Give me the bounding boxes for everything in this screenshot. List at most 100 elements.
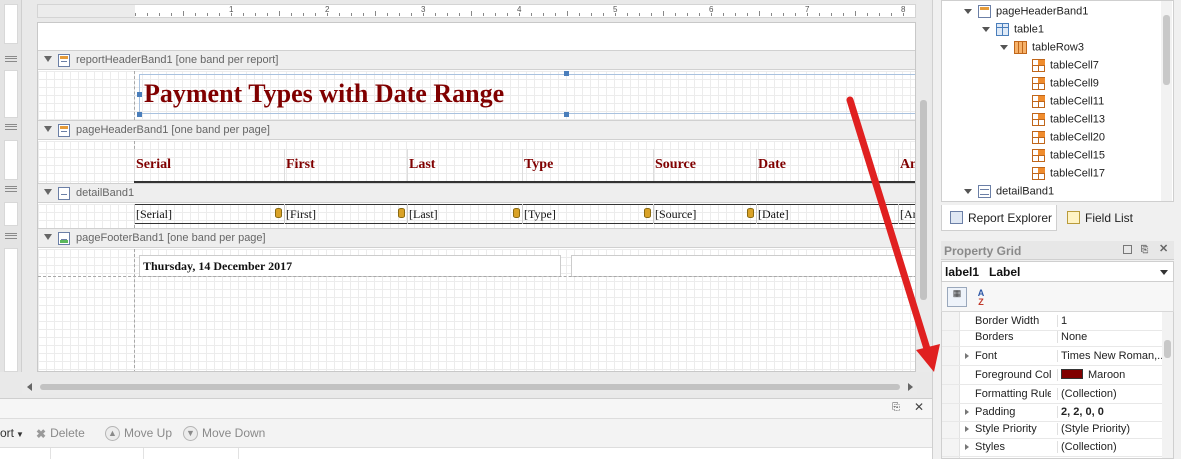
expand-arrow-icon[interactable] (965, 444, 969, 450)
designer-vertical-scrollbar[interactable] (917, 0, 930, 372)
header-cell-serial[interactable]: Serial (134, 149, 284, 183)
report-header-band[interactable]: Payment Types with Date Range (38, 71, 915, 120)
detail-cell-serial[interactable]: [Serial] (134, 204, 284, 224)
property-row-style-priority[interactable]: Style Priority (Style Priority) (942, 420, 1163, 439)
tree-node-table1[interactable]: table1 (982, 23, 1044, 41)
tree-node-detailband1[interactable]: detailBand1 (964, 185, 1054, 201)
page-header-band-caption[interactable]: pageHeaderBand1 [one band per page] (38, 120, 915, 140)
detail-cell-last[interactable]: [Last] (407, 204, 522, 224)
property-grid-object-selector[interactable]: label1 Label (941, 261, 1174, 282)
property-value[interactable]: 2, 2, 0, 0 (1057, 406, 1163, 418)
expand-arrow-icon[interactable] (964, 189, 972, 194)
selection-handle[interactable] (137, 92, 142, 97)
chevron-down-icon[interactable] (1160, 270, 1168, 275)
header-cell-date[interactable]: Date (756, 149, 898, 183)
scrollbar-thumb[interactable] (1163, 15, 1170, 85)
collapse-triangle-icon[interactable] (44, 234, 52, 240)
tree-node-tablecell20[interactable]: tableCell20 (1032, 131, 1105, 149)
tree-node-tablecell17[interactable]: tableCell17 (1032, 167, 1105, 185)
tree-node-pageheaderband1[interactable]: pageHeaderBand1 (964, 5, 1088, 23)
selection-handle[interactable] (564, 71, 569, 76)
tree-node-tablecell9[interactable]: tableCell9 (1032, 77, 1099, 95)
detail-band-caption[interactable]: detailBand1 (38, 183, 915, 203)
collapse-triangle-icon[interactable] (44, 56, 52, 62)
expand-arrow-icon[interactable] (964, 9, 972, 14)
tree-node-tablecell15[interactable]: tableCell15 (1032, 149, 1105, 167)
tree-vertical-scrollbar[interactable] (1161, 1, 1172, 201)
expand-arrow-icon[interactable] (965, 353, 969, 359)
tree-node-tablecell11[interactable]: tableCell11 (1032, 95, 1104, 113)
expand-arrow-icon[interactable] (965, 426, 969, 432)
delete-button[interactable]: ✖ Delete (36, 426, 85, 441)
sort-dropdown-button[interactable]: ort ▼ (0, 426, 24, 440)
detail-cell-source[interactable]: [Source] (653, 204, 756, 224)
detail-cell-first[interactable]: [First] (284, 204, 407, 224)
detail-band[interactable]: [Serial] [First] [Last] [Type] [Source] … (38, 204, 915, 228)
page-footer-band-caption[interactable]: pageFooterBand1 [one band per page] (38, 228, 915, 248)
header-cell-type[interactable]: Type (522, 149, 653, 183)
alphabetical-sort-icon[interactable]: AZ (971, 287, 991, 307)
footer-date-label[interactable]: Thursday, 14 December 2017 (139, 255, 561, 277)
detail-cell-amount[interactable]: [Am (898, 204, 915, 224)
header-cell-source[interactable]: Source (653, 149, 756, 183)
designer-horizontal-scrollbar[interactable] (22, 380, 917, 394)
categorized-view-icon[interactable]: ▦ (947, 287, 967, 307)
pin-icon[interactable]: ⎘ (892, 402, 900, 413)
band-resize-grip[interactable] (5, 186, 17, 192)
band-resize-grip[interactable] (5, 233, 17, 239)
scrollbar-thumb[interactable] (920, 100, 927, 300)
detail-cell-type[interactable]: [Type] (522, 204, 653, 224)
band-resize-grip[interactable] (5, 56, 17, 62)
close-icon[interactable]: ✕ (1159, 244, 1168, 255)
report-explorer-tree[interactable]: pageHeaderBand1 table1 tableRow3 tableCe… (941, 0, 1174, 202)
expand-arrow-icon[interactable] (982, 27, 990, 32)
property-value[interactable]: Times New Roman,... (1057, 350, 1163, 362)
property-row-font[interactable]: Font Times New Roman,... (942, 347, 1163, 366)
page-footer-band[interactable]: Thursday, 14 December 2017 (38, 249, 915, 371)
pin-icon[interactable]: ⎘ (1141, 245, 1150, 254)
tab-report-explorer[interactable]: Report Explorer (941, 205, 1057, 231)
selection-handle[interactable] (137, 112, 142, 117)
move-down-button[interactable]: ▼ Move Down (183, 426, 265, 442)
property-row-foreground-color[interactable]: Foreground Colo Maroon (942, 366, 1163, 385)
scrollbar-thumb[interactable] (1164, 340, 1171, 358)
footer-page-info-label[interactable] (571, 255, 915, 277)
tree-node-tablecell13[interactable]: tableCell13 (1032, 113, 1105, 131)
scroll-left-arrow-icon[interactable] (27, 383, 32, 391)
scrollbar-thumb[interactable] (40, 384, 900, 390)
scroll-right-arrow-icon[interactable] (908, 383, 913, 391)
expand-arrow-icon[interactable] (965, 409, 969, 415)
maximize-icon[interactable] (1123, 245, 1132, 254)
property-row-borders[interactable]: Borders None (942, 328, 1163, 347)
report-title-label[interactable]: Payment Types with Date Range (139, 74, 915, 114)
tab-field-list[interactable]: Field List (1059, 205, 1159, 231)
report-header-band-caption[interactable]: reportHeaderBand1 [one band per report] (38, 50, 915, 70)
header-cell-first[interactable]: First (284, 149, 407, 183)
property-value[interactable]: (Collection) (1057, 388, 1163, 400)
property-grid-scrollbar[interactable] (1162, 312, 1173, 458)
selection-handle[interactable] (564, 112, 569, 117)
page-header-band[interactable]: Serial First Last Type Source Date Am (38, 141, 915, 183)
tree-node-tablecell7[interactable]: tableCell7 (1032, 59, 1099, 77)
header-cell-amount[interactable]: Am (898, 149, 915, 183)
property-value[interactable]: (Style Priority) (1057, 423, 1163, 435)
header-cell-last[interactable]: Last (407, 149, 522, 183)
band-resize-grip[interactable] (5, 124, 17, 130)
property-row-styles[interactable]: Styles (Collection) (942, 438, 1163, 457)
report-designer-surface[interactable]: 1 2 3 4 5 6 7 8 reportHeaderBand1 [one band per… (0, 0, 932, 398)
expand-arrow-icon[interactable] (1000, 45, 1008, 50)
collapse-triangle-icon[interactable] (44, 126, 52, 132)
tree-node-tablerow3[interactable]: tableRow3 (1000, 41, 1084, 59)
table-cell-icon (1032, 77, 1045, 90)
move-up-button[interactable]: ▲ Move Up (105, 426, 172, 442)
close-icon[interactable]: ✕ (914, 400, 924, 414)
detail-cell-date[interactable]: [Date] (756, 204, 898, 224)
property-value[interactable]: None (1057, 331, 1163, 343)
property-value[interactable]: 1 (1057, 315, 1163, 327)
property-value[interactable]: (Collection) (1057, 441, 1163, 453)
report-page[interactable]: reportHeaderBand1 [one band per report] … (37, 22, 916, 372)
collapse-triangle-icon[interactable] (44, 189, 52, 195)
ruler-tick (675, 13, 676, 16)
property-row-formatting-rules[interactable]: Formatting Rule (Collection) (942, 385, 1163, 404)
property-value-color[interactable]: Maroon (1057, 369, 1163, 381)
